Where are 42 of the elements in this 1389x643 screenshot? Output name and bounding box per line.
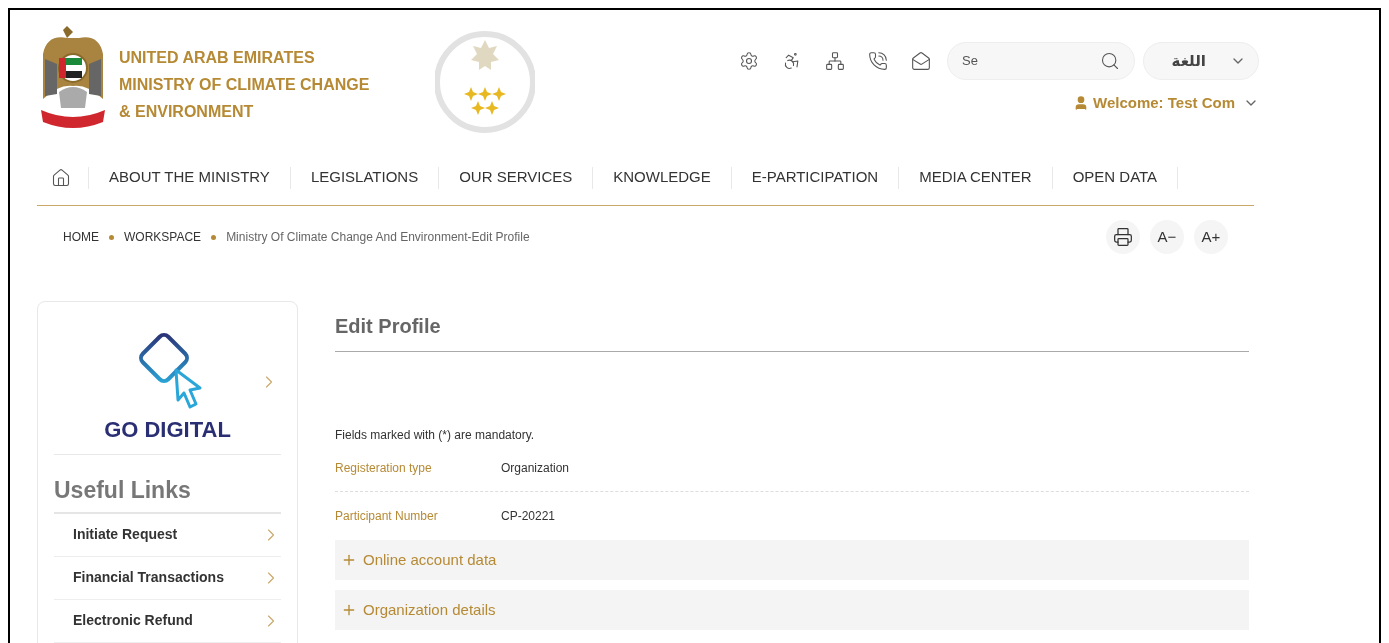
font-size-button[interactable]: A+ — [1194, 220, 1228, 254]
home-icon[interactable] — [51, 167, 71, 188]
breadcrumb-link[interactable]: WORKSPACE — [124, 228, 202, 246]
ministry-name-line: & ENVIRONMENT — [119, 102, 255, 122]
nav-menu-item[interactable]: KNOWLEDGE — [593, 166, 731, 189]
page-title: Edit Profile — [335, 301, 1249, 352]
print-icon — [1113, 227, 1133, 247]
useful-links-heading: Useful Links — [54, 455, 281, 514]
nav-menu-item[interactable]: OUR SERVICES — [439, 166, 593, 189]
language-dropdown[interactable]: اللغة — [1143, 42, 1259, 80]
breadcrumb-separator-icon — [109, 234, 114, 240]
field-value: CP-20221 — [501, 508, 556, 525]
phone-icon[interactable] — [868, 51, 888, 71]
nav-menu-item[interactable]: MEDIA CENTER — [899, 166, 1052, 189]
user-icon — [1073, 95, 1089, 112]
mandatory-note: Fields marked with (*) are mandatory. — [335, 427, 536, 444]
field-label: Registeration type — [335, 459, 433, 477]
nav-menu-item[interactable]: E-PARTICIPATION — [731, 166, 899, 189]
nav-menu-item[interactable]: OPEN DATA — [1052, 166, 1178, 189]
search-field[interactable]: Se — [947, 42, 1135, 80]
plus-icon — [341, 602, 357, 618]
breadcrumb-separator-icon — [211, 234, 217, 240]
font-size-button[interactable]: A− — [1150, 220, 1184, 254]
plus-icon — [341, 552, 357, 568]
useful-link[interactable]: Initiate Request — [54, 513, 281, 557]
useful-link[interactable]: Financial Transactions — [54, 556, 281, 600]
current-page-title: Ministry Of Climate Change And Environment-Edit Profile — [226, 229, 530, 246]
field-value: Organization — [501, 459, 570, 477]
nav-menu-item[interactable]: ABOUT THE MINISTRY — [89, 166, 290, 189]
nav-menu-item[interactable]: LEGISLATIONS — [290, 166, 439, 189]
breadcrumb-link[interactable]: HOME — [63, 228, 99, 246]
useful-link[interactable]: Electronic Refund — [54, 599, 281, 643]
search-input[interactable]: Se — [962, 51, 1100, 71]
go-digital-logo-text: GO DIGITAL — [104, 416, 231, 444]
search-icon[interactable] — [1100, 51, 1120, 71]
ministry-name-line: UNITED ARAB EMIRATES — [119, 48, 316, 68]
field-label: Participant Number — [335, 508, 439, 525]
settings-icon[interactable] — [739, 51, 759, 71]
mail-icon[interactable] — [911, 51, 931, 71]
ministry-name-line: MINISTRY OF CLIMATE CHANGE — [119, 75, 370, 95]
print-button[interactable] — [1106, 220, 1140, 254]
sitemap-icon[interactable] — [825, 51, 845, 71]
